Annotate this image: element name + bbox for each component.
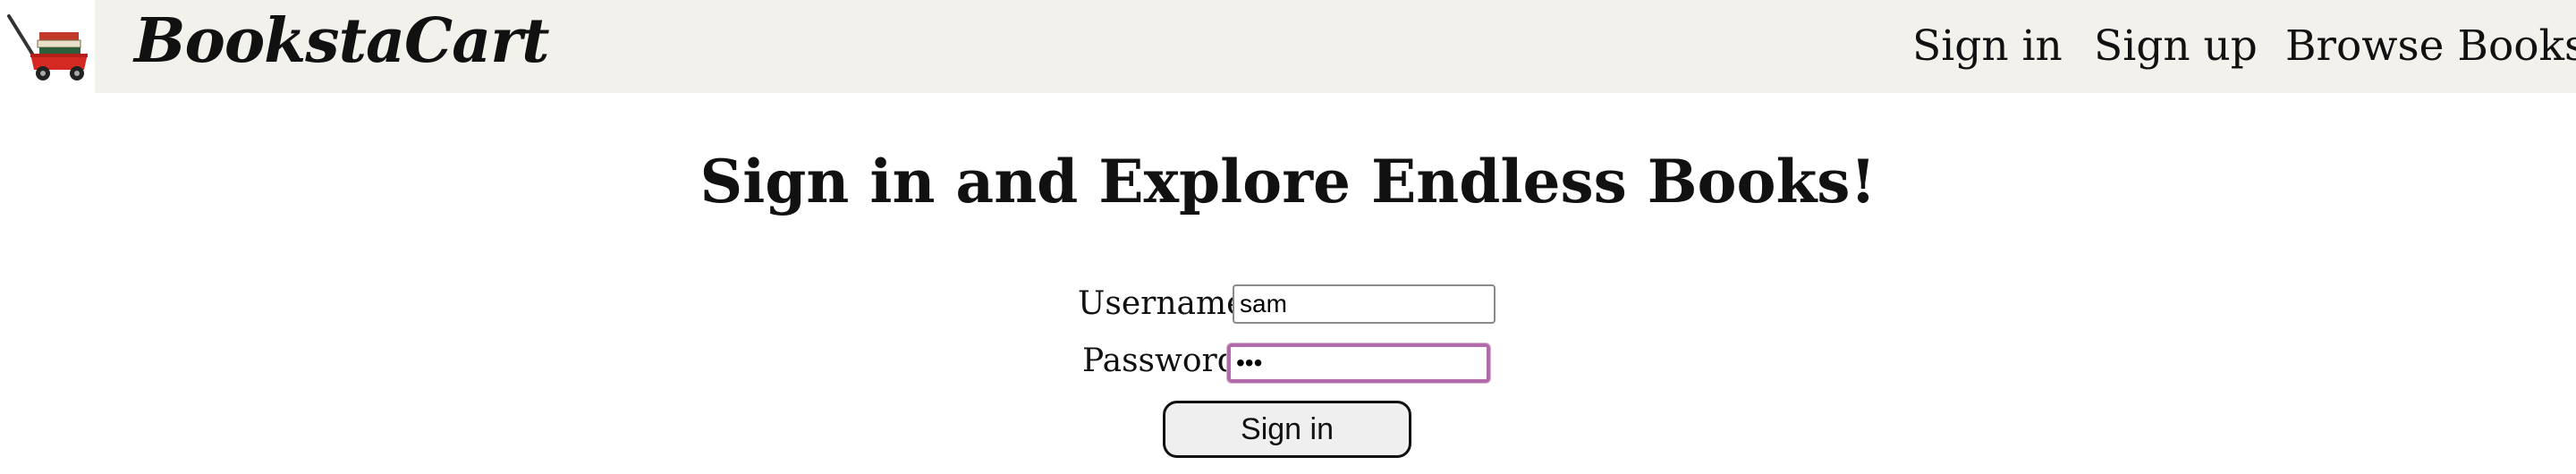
wagon-with-books-icon [7,14,88,80]
username-label: Username: [1078,285,1257,322]
brand-name[interactable]: BookstaCart [134,4,549,79]
nav-signin-link[interactable]: Sign in [1912,18,2063,75]
password-label: Password: [1082,343,1249,379]
page-title: Sign in and Explore Endless Books! [699,147,1877,216]
nav-signup-link[interactable]: Sign up [2094,18,2258,75]
logo[interactable] [0,0,95,93]
signin-button[interactable]: Sign in [1163,401,1411,458]
nav-browse-books-link[interactable]: Browse Books [2285,18,2576,75]
top-navbar: BookstaCart Sign in Sign up Browse Books [0,0,2576,93]
username-input[interactable] [1233,284,1496,324]
password-input[interactable] [1227,343,1490,383]
